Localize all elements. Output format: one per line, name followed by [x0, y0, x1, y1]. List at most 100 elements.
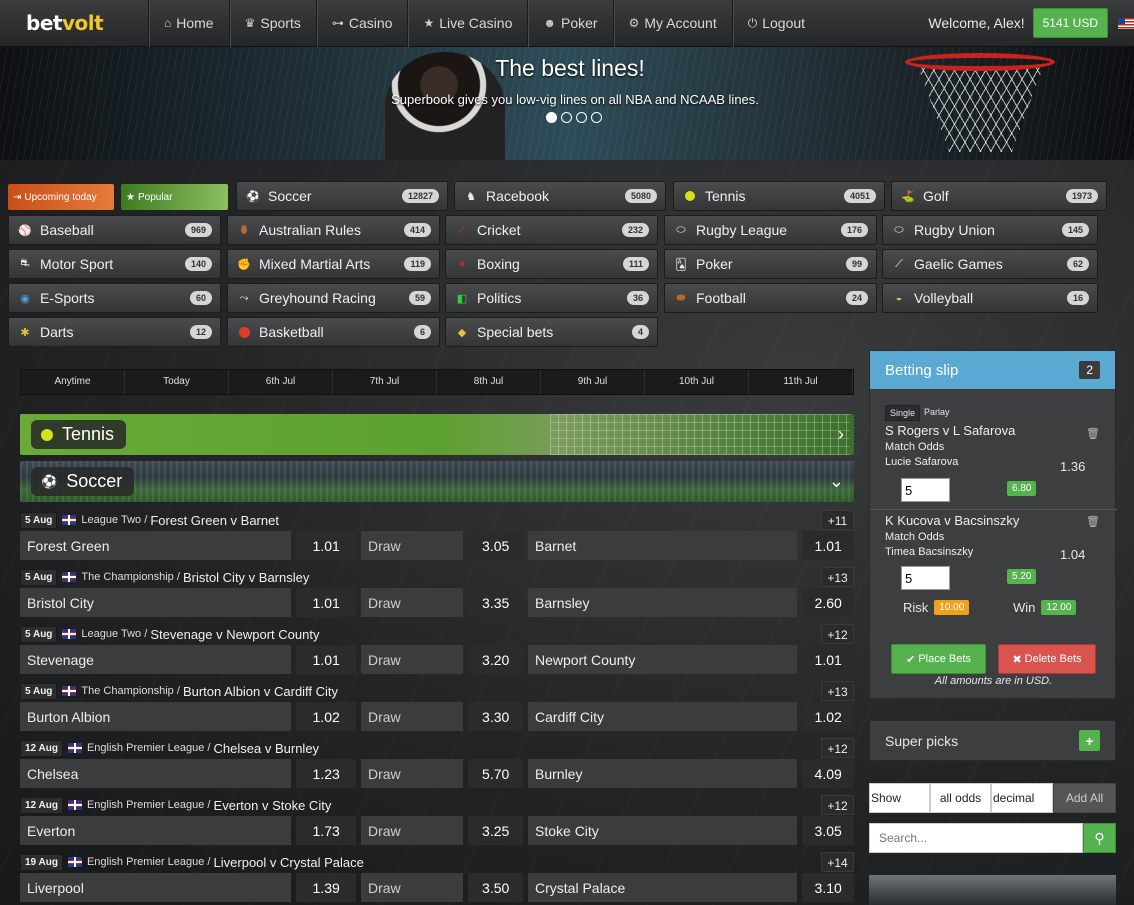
odds-filter-select[interactable]: all odds: [930, 783, 991, 813]
promo-thumbnail[interactable]: [869, 875, 1116, 905]
sport-baseball[interactable]: ⚾ Baseball 969: [8, 215, 221, 245]
away-selection[interactable]: Newport County: [528, 645, 798, 674]
add-all-button[interactable]: Add All: [1053, 783, 1116, 813]
hero-banner[interactable]: The best lines! Superbook gives you low-…: [0, 47, 1134, 160]
tab-single[interactable]: Single: [885, 405, 921, 421]
betting-slip-header[interactable]: Betting slip 2: [870, 351, 1115, 389]
sport-football[interactable]: ⬬ Football 24: [664, 283, 877, 313]
home-selection[interactable]: Liverpool: [20, 873, 292, 902]
sport-politics[interactable]: ◧ Politics 36: [445, 283, 658, 313]
home-selection[interactable]: Chelsea: [20, 759, 292, 788]
search-input[interactable]: [869, 823, 1083, 853]
match-header[interactable]: 5 Aug The Championship / Bristol City v B…: [20, 567, 854, 587]
sport-mixed-martial-arts[interactable]: ✊ Mixed Martial Arts 119: [227, 249, 440, 279]
more-markets-button[interactable]: +12: [821, 795, 854, 815]
away-odd[interactable]: 1.01: [802, 645, 854, 674]
nav-logout[interactable]: ⏻ Logout: [731, 0, 820, 47]
carousel-dot[interactable]: [591, 112, 602, 123]
sport-motor-sport[interactable]: ⛐ Motor Sport 140: [8, 249, 221, 279]
away-selection[interactable]: Burnley: [528, 759, 798, 788]
draw-selection[interactable]: Draw: [360, 816, 464, 845]
nav-sports[interactable]: ♛ Sports: [228, 0, 316, 47]
chevron-right-icon[interactable]: ›: [838, 424, 844, 445]
draw-odd[interactable]: 3.30: [468, 702, 523, 731]
odds-format-select[interactable]: decimal: [991, 783, 1053, 813]
away-selection[interactable]: Stoke City: [528, 816, 798, 845]
away-selection[interactable]: Barnet: [528, 531, 798, 560]
home-selection[interactable]: Everton: [20, 816, 292, 845]
delete-bets-button[interactable]: ✖ Delete Bets: [998, 644, 1096, 674]
away-selection[interactable]: Barnsley: [528, 588, 798, 617]
more-markets-button[interactable]: +12: [821, 738, 854, 758]
place-bets-button[interactable]: ✔ Place Bets: [891, 644, 986, 674]
balance-button[interactable]: 5141 USD: [1032, 8, 1108, 38]
search-button[interactable]: ⚲: [1083, 823, 1116, 853]
sport-rugby-union[interactable]: ⬭ Rugby Union 145: [882, 215, 1098, 245]
draw-selection[interactable]: Draw: [360, 531, 464, 560]
date-tab[interactable]: 8th Jul: [437, 370, 541, 394]
filter-popular[interactable]: ★ Popular: [121, 184, 228, 210]
date-tab[interactable]: 7th Jul: [333, 370, 437, 394]
match-header[interactable]: 12 Aug English Premier League / Chelsea v…: [20, 738, 854, 758]
filter-upcoming-today[interactable]: ⇥ Upcoming today: [8, 184, 114, 210]
home-odd[interactable]: 1.23: [296, 759, 356, 788]
chevron-down-icon[interactable]: ⌄: [829, 471, 844, 492]
date-tab[interactable]: 6th Jul: [229, 370, 333, 394]
draw-selection[interactable]: Draw: [360, 873, 464, 902]
sport-gaelic-games[interactable]: ⟋ Gaelic Games 62: [882, 249, 1098, 279]
draw-odd[interactable]: 5.70: [468, 759, 523, 788]
draw-odd[interactable]: 3.20: [468, 645, 523, 674]
draw-selection[interactable]: Draw: [360, 702, 464, 731]
stake-input[interactable]: [901, 566, 950, 590]
sport-racebook[interactable]: ♞ Racebook 5080: [454, 181, 666, 211]
draw-odd[interactable]: 3.35: [468, 588, 523, 617]
draw-selection[interactable]: Draw: [360, 759, 464, 788]
away-odd[interactable]: 1.01: [802, 531, 854, 560]
match-header[interactable]: 19 Aug English Premier League / Liverpool…: [20, 852, 854, 872]
more-markets-button[interactable]: +14: [821, 852, 854, 872]
nav-home[interactable]: ⌂ Home: [148, 0, 229, 47]
tennis-section-banner[interactable]: Tennis ›: [20, 414, 854, 455]
sport-greyhound-racing[interactable]: ⤳ Greyhound Racing 59: [227, 283, 440, 313]
away-odd[interactable]: 1.02: [802, 702, 854, 731]
home-odd[interactable]: 1.01: [296, 531, 356, 560]
more-markets-button[interactable]: +11: [821, 510, 854, 530]
date-tab[interactable]: 11th Jul: [749, 370, 853, 394]
sport-e-sports[interactable]: ◉ E-Sports 60: [8, 283, 221, 313]
home-selection[interactable]: Forest Green: [20, 531, 292, 560]
draw-odd[interactable]: 3.05: [468, 531, 523, 560]
carousel-dot[interactable]: [576, 112, 587, 123]
away-odd[interactable]: 2.60: [802, 588, 854, 617]
home-odd[interactable]: 1.01: [296, 588, 356, 617]
sport-darts[interactable]: ✱ Darts 12: [8, 317, 221, 347]
home-odd[interactable]: 1.02: [296, 702, 356, 731]
sport-cricket[interactable]: ⟋ Cricket 232: [445, 215, 658, 245]
match-header[interactable]: 12 Aug English Premier League / Everton v…: [20, 795, 854, 815]
sport-special-bets[interactable]: ◆ Special bets 4: [445, 317, 658, 347]
sport-soccer[interactable]: ⚽ Soccer 12827: [236, 181, 448, 211]
home-selection[interactable]: Bristol City: [20, 588, 292, 617]
draw-selection[interactable]: Draw: [360, 588, 464, 617]
nav-live-casino[interactable]: ★ Live Casino: [407, 0, 527, 47]
sport-rugby-league[interactable]: ⬭ Rugby League 176: [664, 215, 877, 245]
away-selection[interactable]: Crystal Palace: [528, 873, 798, 902]
home-odd[interactable]: 1.39: [296, 873, 356, 902]
home-selection[interactable]: Stevenage: [20, 645, 292, 674]
home-odd[interactable]: 1.73: [296, 816, 356, 845]
stake-input[interactable]: [901, 478, 950, 502]
sport-volleyball[interactable]: ◒ Volleyball 16: [882, 283, 1098, 313]
trash-icon[interactable]: 🗑: [1086, 427, 1100, 440]
more-markets-button[interactable]: +13: [821, 567, 854, 587]
tab-parlay[interactable]: Parlay: [920, 405, 954, 421]
nav-casino[interactable]: ⊶ Casino: [315, 0, 408, 47]
sport-australian-rules[interactable]: ⬮ Australian Rules 414: [227, 215, 440, 245]
carousel-dot[interactable]: [546, 112, 557, 123]
date-tab[interactable]: 9th Jul: [541, 370, 645, 394]
date-tab[interactable]: Today: [125, 370, 229, 394]
match-header[interactable]: 5 Aug League Two / Stevenage v Newport Co…: [20, 624, 854, 644]
away-selection[interactable]: Cardiff City: [528, 702, 798, 731]
sport-boxing[interactable]: ● Boxing 111: [445, 249, 658, 279]
sport-basketball[interactable]: Basketball 6: [227, 317, 440, 347]
carousel-dot[interactable]: [561, 112, 572, 123]
match-header[interactable]: 5 Aug League Two / Forest Green v Barnet +…: [20, 510, 854, 530]
